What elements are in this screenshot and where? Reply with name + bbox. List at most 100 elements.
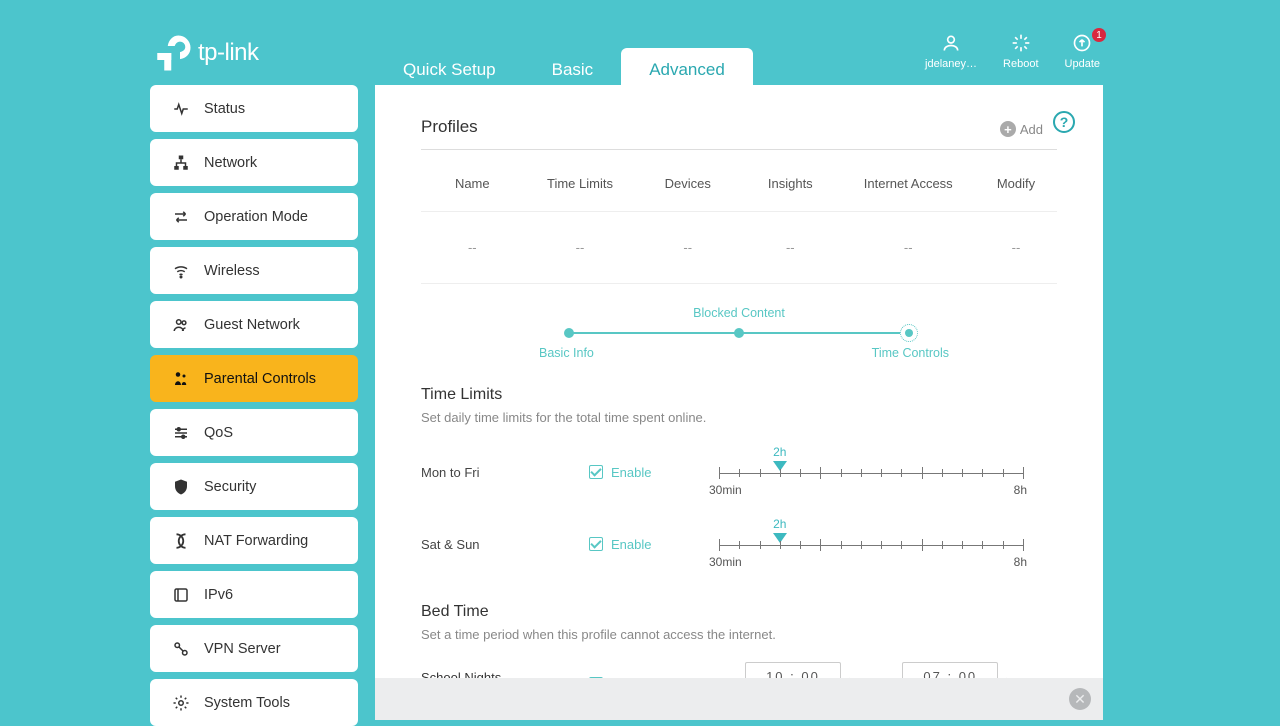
enable-label: Enable (611, 537, 651, 552)
sidebar-item-label: Network (204, 155, 257, 171)
username-label: jdelaney… (925, 58, 977, 70)
sidebar-item-label: VPN Server (204, 641, 281, 657)
sidebar-item-ipv6[interactable]: IPv6 (150, 571, 358, 618)
brand-name: tp-link (198, 39, 259, 67)
step-time-controls[interactable] (900, 324, 918, 342)
col-internet-access: Internet Access (842, 176, 975, 191)
sidebar-item-label: Wireless (204, 263, 260, 279)
reboot-label: Reboot (1003, 58, 1038, 70)
reboot-button[interactable]: Reboot (1003, 32, 1038, 70)
sidebar-item-label: IPv6 (204, 587, 233, 603)
weekend-enable-checkbox[interactable] (589, 537, 603, 551)
cell-empty: -- (842, 240, 975, 255)
weekday-slider[interactable]: 2h 30min 8h (719, 447, 1023, 497)
weekday-label: Mon to Fri (421, 465, 589, 480)
user-icon (940, 32, 962, 54)
divider (421, 149, 1057, 150)
tplink-logo-icon (152, 32, 194, 74)
step-basic-info[interactable] (564, 328, 574, 338)
add-label: Add (1020, 122, 1043, 137)
cell-empty: -- (975, 240, 1057, 255)
sidebar-item-qos[interactable]: QoS (150, 409, 358, 456)
shield-icon (172, 478, 190, 496)
cell-empty: -- (636, 240, 739, 255)
sidebar-item-label: Parental Controls (204, 371, 316, 387)
col-modify: Modify (975, 176, 1057, 191)
sidebar-item-label: QoS (204, 425, 233, 441)
qos-icon (172, 424, 190, 442)
weekday-enable-checkbox[interactable] (589, 465, 603, 479)
bed-time-desc: Set a time period when this profile cann… (421, 627, 1057, 642)
sidebar-item-guest-network[interactable]: Guest Network (150, 301, 358, 348)
sidebar-item-security[interactable]: Security (150, 463, 358, 510)
update-icon (1071, 32, 1093, 54)
sidebar-item-vpn-server[interactable]: VPN Server (150, 625, 358, 672)
ipv6-icon (172, 586, 190, 604)
sidebar-item-operation-mode[interactable]: Operation Mode (150, 193, 358, 240)
reboot-icon (1010, 32, 1032, 54)
close-button[interactable]: ✕ (1069, 688, 1091, 710)
sidebar-item-system-tools[interactable]: System Tools (150, 679, 358, 726)
wizard-stepper: Blocked Content Basic Info Time Controls (549, 308, 929, 362)
enable-label: Enable (611, 465, 651, 480)
sidebar-item-label: System Tools (204, 695, 290, 711)
weekend-slider-value: 2h (773, 517, 786, 531)
sidebar-item-wireless[interactable]: Wireless (150, 247, 358, 294)
cell-empty: -- (421, 240, 524, 255)
guests-icon (172, 316, 190, 334)
network-icon (172, 154, 190, 172)
time-limits-title: Time Limits (421, 386, 1057, 404)
slider-max: 8h (1014, 483, 1027, 497)
weekend-label: Sat & Sun (421, 537, 589, 552)
gear-icon (172, 694, 190, 712)
sidebar: Status Network Operation Mode Wireless G… (150, 85, 358, 726)
step-blocked-content[interactable] (734, 328, 744, 338)
nat-icon (172, 532, 190, 550)
slider-min: 30min (709, 555, 742, 569)
step-label-time: Time Controls (872, 346, 949, 360)
main-panel: ? Profiles + Add Name Time Limits Device… (375, 85, 1103, 720)
weekday-slider-value: 2h (773, 445, 786, 459)
user-menu[interactable]: jdelaney… (925, 32, 977, 70)
slider-min: 30min (709, 483, 742, 497)
update-button[interactable]: Update 1 (1065, 32, 1100, 70)
col-devices: Devices (636, 176, 739, 191)
slider-max: 8h (1014, 555, 1027, 569)
footer-bar: ✕ (375, 678, 1103, 720)
sidebar-item-label: Operation Mode (204, 209, 308, 225)
profiles-table: Name Time Limits Devices Insights Intern… (421, 170, 1057, 284)
profiles-title: Profiles (421, 117, 1057, 137)
sidebar-item-label: Status (204, 101, 245, 117)
col-time-limits: Time Limits (524, 176, 637, 191)
step-label-blocked: Blocked Content (693, 306, 785, 320)
slider-track (719, 545, 1023, 546)
sidebar-item-nat-forwarding[interactable]: NAT Forwarding (150, 517, 358, 564)
slider-track (719, 473, 1023, 474)
step-label-basic: Basic Info (539, 346, 594, 360)
brand-logo: tp-link (152, 32, 259, 74)
help-button[interactable]: ? (1053, 111, 1075, 133)
add-profile-button[interactable]: + Add (1000, 121, 1043, 137)
sidebar-item-label: Security (204, 479, 256, 495)
sidebar-item-parental-controls[interactable]: Parental Controls (150, 355, 358, 402)
weekend-limit-row: Sat & Sun Enable 2h 30min 8h (421, 519, 1057, 569)
table-header: Name Time Limits Devices Insights Intern… (421, 170, 1057, 212)
col-insights: Insights (739, 176, 842, 191)
update-label: Update (1065, 58, 1100, 70)
cell-empty: -- (524, 240, 637, 255)
col-name: Name (421, 176, 524, 191)
pulse-icon (172, 100, 190, 118)
sidebar-item-label: Guest Network (204, 317, 300, 333)
sidebar-item-network[interactable]: Network (150, 139, 358, 186)
update-badge: 1 (1092, 28, 1106, 42)
sidebar-item-status[interactable]: Status (150, 85, 358, 132)
plus-icon: + (1000, 121, 1016, 137)
wifi-icon (172, 262, 190, 280)
vpn-icon (172, 640, 190, 658)
sidebar-item-label: NAT Forwarding (204, 533, 308, 549)
cell-empty: -- (739, 240, 842, 255)
time-limits-desc: Set daily time limits for the total time… (421, 410, 1057, 425)
header-actions: jdelaney… Reboot Update 1 (925, 32, 1100, 70)
weekend-slider[interactable]: 2h 30min 8h (719, 519, 1023, 569)
bed-time-title: Bed Time (421, 603, 1057, 621)
